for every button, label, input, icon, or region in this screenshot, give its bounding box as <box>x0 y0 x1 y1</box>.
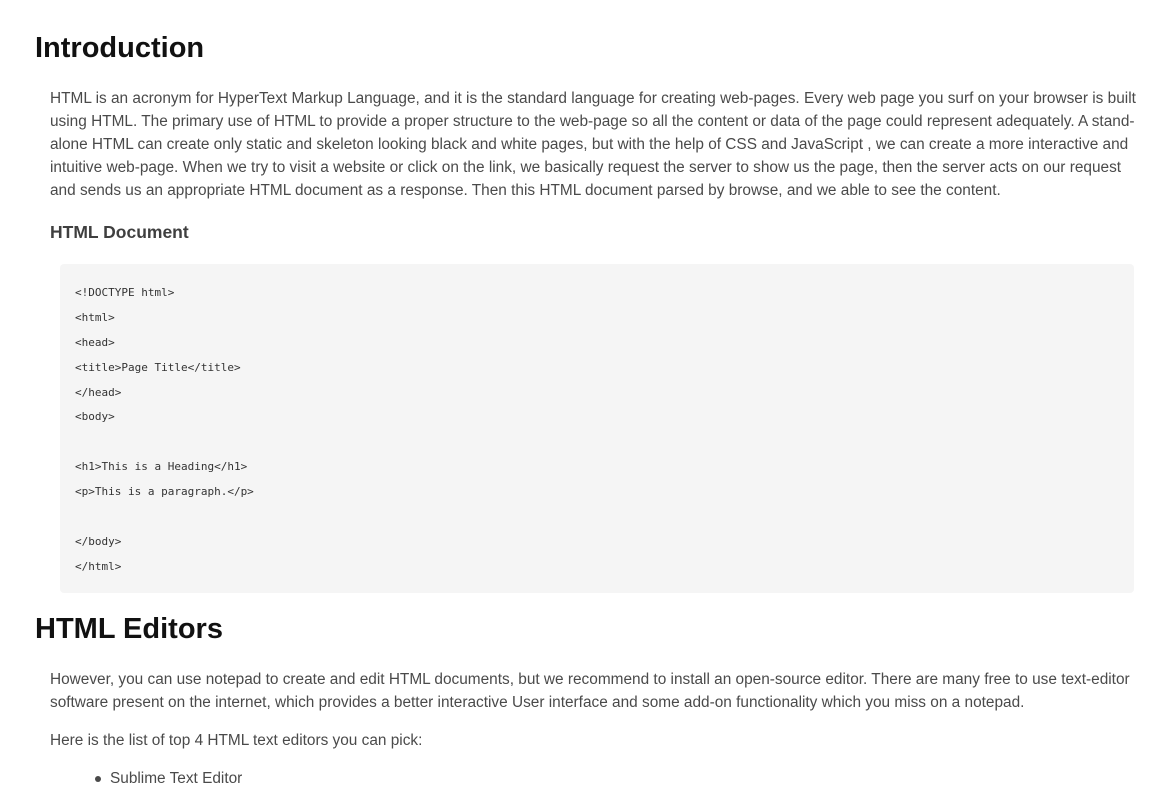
section-heading-html-editors: HTML Editors <box>35 613 223 645</box>
code-line: <!DOCTYPE html> <box>75 286 175 299</box>
list-item: Sublime Text Editor <box>95 767 243 790</box>
code-line: <head> <box>75 335 115 349</box>
code-line: <title>Page Title</title> <box>75 360 241 374</box>
code-lines: <!DOCTYPE html> <html> <head> <title>Pag… <box>75 281 254 580</box>
article: Introduction HTML is an acronym for Hype… <box>0 0 1171 787</box>
code-block: <!DOCTYPE html> <html> <head> <title>Pag… <box>60 264 1134 593</box>
subheading-html-document: HTML Document <box>50 222 189 242</box>
code-line: <html> <box>75 310 115 324</box>
code-line: <h1>This is a Heading</h1> <box>75 460 248 474</box>
code-line: </head> <box>75 385 122 399</box>
list-item-label: Sublime Text Editor <box>110 770 243 787</box>
bullet-icon <box>95 776 101 782</box>
code-line: </body> <box>75 534 122 548</box>
code-line: <body> <box>75 410 115 424</box>
code-line: </html> <box>75 559 122 573</box>
editors-list-intro: Here is the list of top 4 HTML text edit… <box>50 732 423 749</box>
section-heading-introduction: Introduction <box>35 32 205 64</box>
code-line: <p>This is a paragraph.</p> <box>75 485 254 499</box>
editors-paragraph: However, you can use notepad to create a… <box>50 671 1130 711</box>
introduction-paragraph: HTML is an acronym for HyperText Markup … <box>50 90 1136 199</box>
editors-list: Sublime Text Editor <box>95 767 243 790</box>
